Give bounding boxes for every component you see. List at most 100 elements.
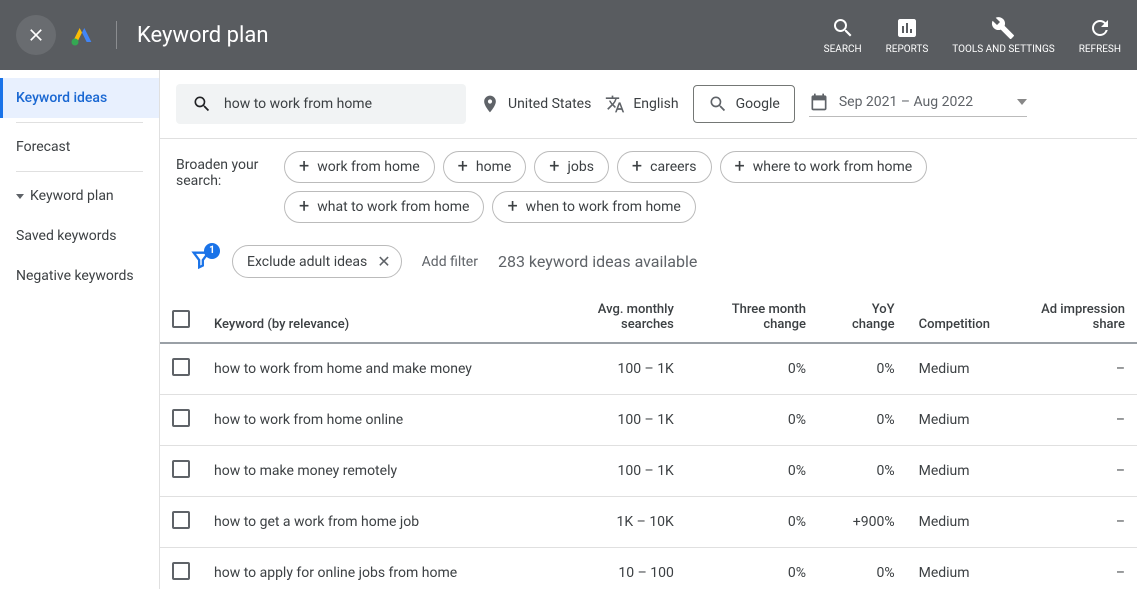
cell-competition: Medium	[907, 395, 1002, 446]
chevron-down-icon	[16, 194, 24, 199]
broaden-pill[interactable]: +what to work from home	[284, 191, 484, 223]
sidebar-label: Keyword plan	[30, 188, 114, 204]
plus-icon: +	[735, 158, 745, 176]
header-search-button[interactable]: SEARCH	[824, 16, 862, 55]
cell-three-month: 0%	[686, 446, 818, 497]
col-avg-searches[interactable]: Avg. monthly searches	[542, 292, 686, 343]
broaden-pill[interactable]: +when to work from home	[492, 191, 695, 223]
cell-yoy: +900%	[818, 497, 907, 548]
cell-keyword: how to make money remotely	[202, 446, 542, 497]
cell-three-month: 0%	[686, 497, 818, 548]
pill-label: where to work from home	[753, 159, 913, 175]
cell-keyword: how to work from home online	[202, 395, 542, 446]
sidebar-item-forecast[interactable]: Forecast	[0, 127, 159, 167]
cell-competition: Medium	[907, 497, 1002, 548]
cell-yoy: 0%	[818, 343, 907, 395]
location-selector[interactable]: United States	[480, 94, 591, 114]
header-search-label: SEARCH	[824, 44, 862, 55]
add-filter-button[interactable]: Add filter	[422, 254, 478, 270]
select-all-checkbox[interactable]	[172, 310, 190, 328]
broaden-pill[interactable]: +home	[443, 151, 527, 183]
cell-impression: –	[1002, 548, 1137, 589]
sidebar-label: Forecast	[16, 139, 70, 155]
pill-label: careers	[650, 159, 696, 175]
col-competition[interactable]: Competition	[907, 292, 1002, 343]
close-icon[interactable]: ✕	[377, 252, 390, 271]
sidebar-item-keyword-ideas[interactable]: Keyword ideas	[0, 78, 159, 118]
header-refresh-button[interactable]: REFRESH	[1079, 16, 1121, 55]
sidebar-label: Negative keywords	[16, 268, 134, 284]
location-label: United States	[508, 96, 591, 112]
sidebar-item-saved-keywords[interactable]: Saved keywords	[0, 216, 159, 256]
filter-badge: 1	[204, 243, 220, 259]
language-selector[interactable]: English	[605, 94, 678, 114]
broaden-search-label: Broaden your search:	[176, 151, 266, 189]
filter-chip-label: Exclude adult ideas	[247, 254, 367, 270]
header-reports-label: REPORTS	[886, 44, 929, 55]
cell-keyword: how to get a work from home job	[202, 497, 542, 548]
pill-label: jobs	[568, 159, 594, 175]
table-row[interactable]: how to work from home and make money100 …	[160, 343, 1137, 395]
cell-three-month: 0%	[686, 343, 818, 395]
reports-icon	[895, 16, 919, 40]
search-icon	[192, 94, 212, 114]
row-checkbox[interactable]	[172, 562, 190, 580]
col-keyword[interactable]: Keyword (by relevance)	[202, 292, 542, 343]
network-selector[interactable]: Google	[693, 85, 795, 123]
plus-icon: +	[299, 158, 309, 176]
header-tools-label: TOOLS AND SETTINGS	[952, 44, 1054, 55]
sidebar-label: Saved keywords	[16, 228, 116, 244]
row-checkbox[interactable]	[172, 460, 190, 478]
network-label: Google	[736, 96, 780, 112]
date-range-selector[interactable]: Sep 2021 – Aug 2022	[809, 92, 1027, 117]
table-row[interactable]: how to make money remotely100 – 1K0%0%Me…	[160, 446, 1137, 497]
cell-searches: 1K – 10K	[542, 497, 686, 548]
plus-icon: +	[458, 158, 468, 176]
row-checkbox[interactable]	[172, 511, 190, 529]
active-filter-chip[interactable]: Exclude adult ideas ✕	[232, 245, 402, 278]
col-yoy[interactable]: YoY change	[818, 292, 907, 343]
wrench-icon	[991, 16, 1015, 40]
language-label: English	[633, 96, 678, 112]
search-icon	[831, 16, 855, 40]
sidebar-item-negative-keywords[interactable]: Negative keywords	[0, 256, 159, 296]
google-ads-logo	[68, 21, 96, 49]
cell-impression: –	[1002, 497, 1137, 548]
table-row[interactable]: how to apply for online jobs from home10…	[160, 548, 1137, 589]
broaden-pill[interactable]: + work from home	[284, 151, 435, 183]
plus-icon: +	[632, 158, 642, 176]
col-three-month[interactable]: Three month change	[686, 292, 818, 343]
pill-label: work from home	[317, 159, 419, 175]
close-icon	[26, 25, 46, 45]
row-checkbox[interactable]	[172, 409, 190, 427]
cell-competition: Medium	[907, 343, 1002, 395]
calendar-icon	[809, 92, 829, 112]
header-reports-button[interactable]: REPORTS	[886, 16, 929, 55]
close-button[interactable]	[16, 15, 56, 55]
location-icon	[480, 94, 500, 114]
row-checkbox[interactable]	[172, 358, 190, 376]
cell-impression: –	[1002, 343, 1137, 395]
broaden-pill[interactable]: +jobs	[534, 151, 609, 183]
date-range-label: Sep 2021 – Aug 2022	[839, 94, 973, 110]
table-row[interactable]: how to get a work from home job1K – 10K0…	[160, 497, 1137, 548]
plus-icon: +	[299, 198, 309, 216]
table-row[interactable]: how to work from home online100 – 1K0%0%…	[160, 395, 1137, 446]
header-tools-settings-button[interactable]: TOOLS AND SETTINGS	[952, 16, 1054, 55]
translate-icon	[605, 94, 625, 114]
keyword-search-input[interactable]: how to work from home	[176, 84, 466, 124]
broaden-pill[interactable]: + where to work from home	[720, 151, 928, 183]
ideas-count: 283 keyword ideas available	[498, 252, 697, 271]
page-title: Keyword plan	[137, 23, 268, 48]
cell-yoy: 0%	[818, 548, 907, 589]
broaden-pill[interactable]: + careers	[617, 151, 712, 183]
cell-yoy: 0%	[818, 395, 907, 446]
cell-impression: –	[1002, 395, 1137, 446]
col-impression-share[interactable]: Ad impression share	[1002, 292, 1137, 343]
cell-searches: 100 – 1K	[542, 343, 686, 395]
chevron-down-icon	[1017, 99, 1027, 105]
filter-button[interactable]: 1	[190, 249, 212, 275]
sidebar-item-keyword-plan[interactable]: Keyword plan	[0, 176, 159, 216]
cell-yoy: 0%	[818, 446, 907, 497]
header-refresh-label: REFRESH	[1079, 44, 1121, 55]
